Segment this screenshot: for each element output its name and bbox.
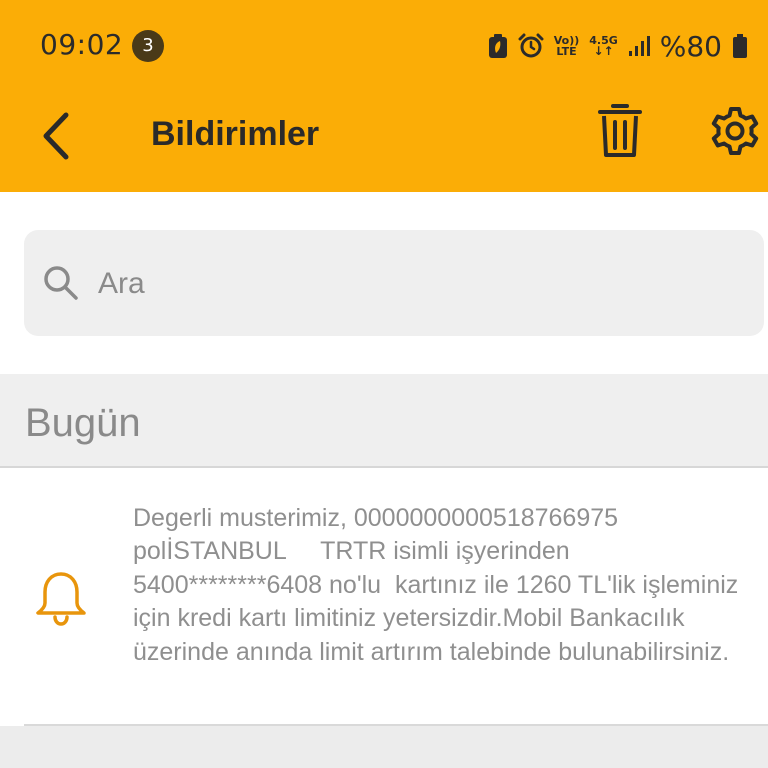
status-icons: Vo)) LTE 4.5G ↓↑ %80 [488, 28, 748, 64]
search-input[interactable] [96, 258, 740, 310]
trash-icon [598, 104, 642, 157]
notification-list: Degerli musterimiz, 0000000000518766975 … [0, 468, 768, 726]
notification-item[interactable]: Degerli musterimiz, 0000000000518766975 … [0, 468, 768, 724]
settings-button[interactable] [702, 98, 768, 164]
notification-count-badge: 3 [132, 30, 164, 62]
section-header-today: Bugün [0, 374, 768, 468]
search-box[interactable] [24, 230, 764, 336]
section-title: Bugün [25, 401, 141, 445]
battery-saver-icon [488, 33, 508, 59]
network-type-icon: 4.5G ↓↑ [589, 34, 618, 58]
volte-icon: Vo)) LTE [554, 35, 580, 57]
status-bar: 09:02 3 Vo)) LTE 4.5G ↓↑ %80 [0, 0, 768, 90]
battery-icon [732, 33, 748, 59]
notifications-screen: 09:02 3 Vo)) LTE 4.5G ↓↑ %80 Bildirimler… [0, 0, 768, 768]
search-area [0, 192, 768, 374]
bell-icon [36, 572, 86, 626]
item-divider [24, 724, 768, 726]
notification-message: Degerli musterimiz, 0000000000518766975 … [133, 504, 746, 666]
gear-icon [711, 107, 759, 155]
app-bar: Bildirimler [0, 90, 768, 192]
delete-all-button[interactable] [588, 98, 652, 162]
alarm-icon [518, 33, 544, 59]
back-button[interactable] [26, 106, 86, 166]
battery-percentage: %80 [659, 29, 722, 63]
search-icon [44, 266, 78, 300]
chevron-left-icon [43, 112, 69, 160]
header: 09:02 3 Vo)) LTE 4.5G ↓↑ %80 Bildirimler [0, 0, 768, 192]
page-title: Bildirimler [151, 115, 320, 153]
volte-label-bottom: LTE [556, 45, 577, 58]
signal-icon [628, 35, 650, 57]
status-time: 09:02 [40, 28, 124, 61]
